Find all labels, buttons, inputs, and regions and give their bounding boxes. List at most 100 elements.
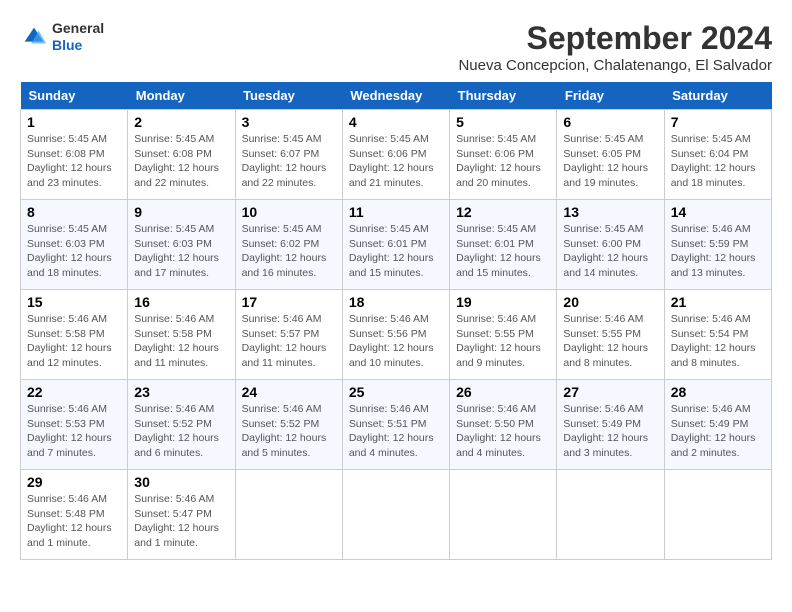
col-saturday: Saturday — [664, 82, 771, 110]
cell-info: Sunrise: 5:45 AMSunset: 6:02 PMDaylight:… — [242, 223, 327, 279]
cell-info: Sunrise: 5:45 AMSunset: 6:05 PMDaylight:… — [563, 133, 648, 189]
cell-info: Sunrise: 5:45 AMSunset: 6:08 PMDaylight:… — [134, 133, 219, 189]
cell-info: Sunrise: 5:46 AMSunset: 5:49 PMDaylight:… — [671, 403, 756, 459]
day-number: 2 — [134, 114, 228, 130]
day-number: 5 — [456, 114, 550, 130]
day-number: 11 — [349, 204, 443, 220]
table-row: 16 Sunrise: 5:46 AMSunset: 5:58 PMDaylig… — [128, 290, 235, 380]
table-row: 25 Sunrise: 5:46 AMSunset: 5:51 PMDaylig… — [342, 380, 449, 470]
table-row: 17 Sunrise: 5:46 AMSunset: 5:57 PMDaylig… — [235, 290, 342, 380]
day-number: 19 — [456, 294, 550, 310]
cell-info: Sunrise: 5:46 AMSunset: 5:59 PMDaylight:… — [671, 223, 756, 279]
table-row: 4 Sunrise: 5:45 AMSunset: 6:06 PMDayligh… — [342, 110, 449, 200]
table-row: 21 Sunrise: 5:46 AMSunset: 5:54 PMDaylig… — [664, 290, 771, 380]
calendar-week-4: 22 Sunrise: 5:46 AMSunset: 5:53 PMDaylig… — [21, 380, 772, 470]
logo-blue-text: Blue — [52, 37, 82, 53]
calendar-table: Sunday Monday Tuesday Wednesday Thursday… — [20, 82, 772, 560]
day-number: 30 — [134, 474, 228, 490]
day-number: 15 — [27, 294, 121, 310]
cell-info: Sunrise: 5:46 AMSunset: 5:48 PMDaylight:… — [27, 493, 112, 549]
cell-info: Sunrise: 5:46 AMSunset: 5:58 PMDaylight:… — [134, 313, 219, 369]
day-number: 20 — [563, 294, 657, 310]
table-row: 20 Sunrise: 5:46 AMSunset: 5:55 PMDaylig… — [557, 290, 664, 380]
col-monday: Monday — [128, 82, 235, 110]
logo-text: General Blue — [52, 20, 104, 54]
cell-info: Sunrise: 5:46 AMSunset: 5:53 PMDaylight:… — [27, 403, 112, 459]
table-row — [235, 470, 342, 560]
table-row: 9 Sunrise: 5:45 AMSunset: 6:03 PMDayligh… — [128, 200, 235, 290]
day-number: 7 — [671, 114, 765, 130]
table-row: 7 Sunrise: 5:45 AMSunset: 6:04 PMDayligh… — [664, 110, 771, 200]
calendar-week-5: 29 Sunrise: 5:46 AMSunset: 5:48 PMDaylig… — [21, 470, 772, 560]
day-number: 4 — [349, 114, 443, 130]
table-row: 11 Sunrise: 5:45 AMSunset: 6:01 PMDaylig… — [342, 200, 449, 290]
cell-info: Sunrise: 5:46 AMSunset: 5:52 PMDaylight:… — [242, 403, 327, 459]
cell-info: Sunrise: 5:46 AMSunset: 5:47 PMDaylight:… — [134, 493, 219, 549]
day-number: 27 — [563, 384, 657, 400]
header: General Blue September 2024 Nueva Concep… — [20, 20, 772, 74]
col-wednesday: Wednesday — [342, 82, 449, 110]
cell-info: Sunrise: 5:46 AMSunset: 5:49 PMDaylight:… — [563, 403, 648, 459]
cell-info: Sunrise: 5:45 AMSunset: 6:03 PMDaylight:… — [27, 223, 112, 279]
day-number: 14 — [671, 204, 765, 220]
table-row: 1 Sunrise: 5:45 AMSunset: 6:08 PMDayligh… — [21, 110, 128, 200]
logo: General Blue — [20, 20, 104, 54]
cell-info: Sunrise: 5:46 AMSunset: 5:52 PMDaylight:… — [134, 403, 219, 459]
calendar-week-2: 8 Sunrise: 5:45 AMSunset: 6:03 PMDayligh… — [21, 200, 772, 290]
table-row: 19 Sunrise: 5:46 AMSunset: 5:55 PMDaylig… — [450, 290, 557, 380]
cell-info: Sunrise: 5:45 AMSunset: 6:08 PMDaylight:… — [27, 133, 112, 189]
cell-info: Sunrise: 5:45 AMSunset: 6:06 PMDaylight:… — [349, 133, 434, 189]
table-row: 30 Sunrise: 5:46 AMSunset: 5:47 PMDaylig… — [128, 470, 235, 560]
table-row: 6 Sunrise: 5:45 AMSunset: 6:05 PMDayligh… — [557, 110, 664, 200]
table-row: 8 Sunrise: 5:45 AMSunset: 6:03 PMDayligh… — [21, 200, 128, 290]
day-number: 1 — [27, 114, 121, 130]
table-row: 5 Sunrise: 5:45 AMSunset: 6:06 PMDayligh… — [450, 110, 557, 200]
cell-info: Sunrise: 5:46 AMSunset: 5:50 PMDaylight:… — [456, 403, 541, 459]
table-row: 18 Sunrise: 5:46 AMSunset: 5:56 PMDaylig… — [342, 290, 449, 380]
calendar-header-row: Sunday Monday Tuesday Wednesday Thursday… — [21, 82, 772, 110]
table-row: 27 Sunrise: 5:46 AMSunset: 5:49 PMDaylig… — [557, 380, 664, 470]
day-number: 24 — [242, 384, 336, 400]
cell-info: Sunrise: 5:45 AMSunset: 6:04 PMDaylight:… — [671, 133, 756, 189]
calendar-week-1: 1 Sunrise: 5:45 AMSunset: 6:08 PMDayligh… — [21, 110, 772, 200]
table-row: 29 Sunrise: 5:46 AMSunset: 5:48 PMDaylig… — [21, 470, 128, 560]
col-tuesday: Tuesday — [235, 82, 342, 110]
day-number: 8 — [27, 204, 121, 220]
cell-info: Sunrise: 5:46 AMSunset: 5:55 PMDaylight:… — [456, 313, 541, 369]
month-title: September 2024 — [458, 20, 772, 57]
col-friday: Friday — [557, 82, 664, 110]
cell-info: Sunrise: 5:46 AMSunset: 5:56 PMDaylight:… — [349, 313, 434, 369]
day-number: 3 — [242, 114, 336, 130]
table-row: 13 Sunrise: 5:45 AMSunset: 6:00 PMDaylig… — [557, 200, 664, 290]
table-row: 2 Sunrise: 5:45 AMSunset: 6:08 PMDayligh… — [128, 110, 235, 200]
cell-info: Sunrise: 5:46 AMSunset: 5:58 PMDaylight:… — [27, 313, 112, 369]
cell-info: Sunrise: 5:45 AMSunset: 6:00 PMDaylight:… — [563, 223, 648, 279]
cell-info: Sunrise: 5:46 AMSunset: 5:55 PMDaylight:… — [563, 313, 648, 369]
table-row — [664, 470, 771, 560]
day-number: 28 — [671, 384, 765, 400]
table-row: 23 Sunrise: 5:46 AMSunset: 5:52 PMDaylig… — [128, 380, 235, 470]
day-number: 25 — [349, 384, 443, 400]
calendar-week-3: 15 Sunrise: 5:46 AMSunset: 5:58 PMDaylig… — [21, 290, 772, 380]
table-row: 26 Sunrise: 5:46 AMSunset: 5:50 PMDaylig… — [450, 380, 557, 470]
logo-general-text: General — [52, 20, 104, 36]
day-number: 13 — [563, 204, 657, 220]
cell-info: Sunrise: 5:45 AMSunset: 6:01 PMDaylight:… — [349, 223, 434, 279]
table-row: 14 Sunrise: 5:46 AMSunset: 5:59 PMDaylig… — [664, 200, 771, 290]
day-number: 10 — [242, 204, 336, 220]
day-number: 6 — [563, 114, 657, 130]
cell-info: Sunrise: 5:45 AMSunset: 6:03 PMDaylight:… — [134, 223, 219, 279]
table-row: 28 Sunrise: 5:46 AMSunset: 5:49 PMDaylig… — [664, 380, 771, 470]
table-row: 12 Sunrise: 5:45 AMSunset: 6:01 PMDaylig… — [450, 200, 557, 290]
table-row: 15 Sunrise: 5:46 AMSunset: 5:58 PMDaylig… — [21, 290, 128, 380]
cell-info: Sunrise: 5:46 AMSunset: 5:54 PMDaylight:… — [671, 313, 756, 369]
day-number: 9 — [134, 204, 228, 220]
day-number: 21 — [671, 294, 765, 310]
cell-info: Sunrise: 5:45 AMSunset: 6:01 PMDaylight:… — [456, 223, 541, 279]
day-number: 22 — [27, 384, 121, 400]
cell-info: Sunrise: 5:46 AMSunset: 5:57 PMDaylight:… — [242, 313, 327, 369]
day-number: 23 — [134, 384, 228, 400]
col-sunday: Sunday — [21, 82, 128, 110]
table-row: 22 Sunrise: 5:46 AMSunset: 5:53 PMDaylig… — [21, 380, 128, 470]
title-section: September 2024 Nueva Concepcion, Chalate… — [458, 20, 772, 74]
